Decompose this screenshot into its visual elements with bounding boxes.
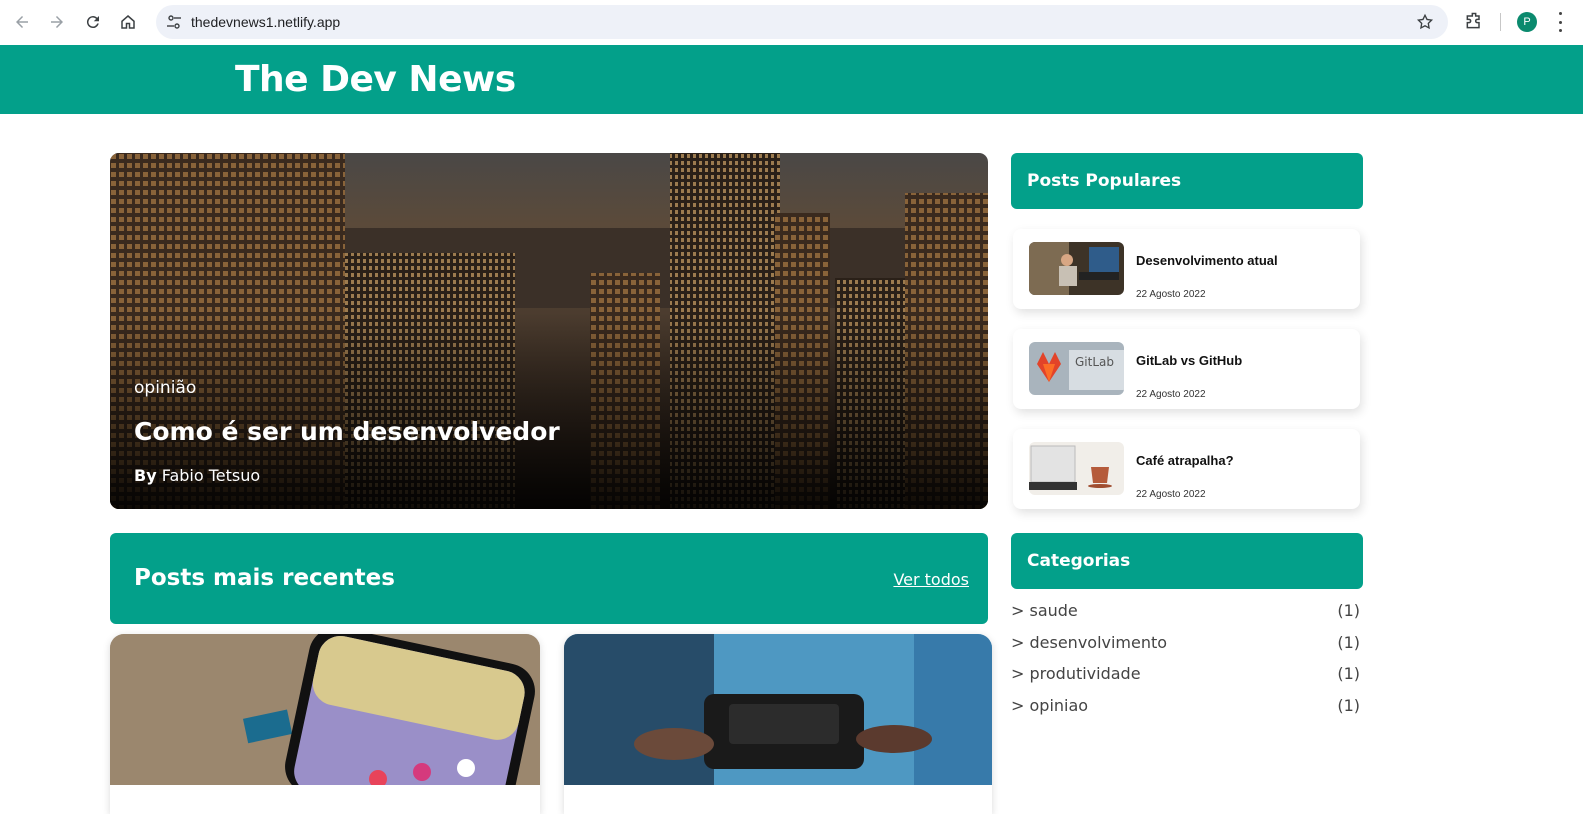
browser-toolbar: thedevnews1.netlify.app P — [0, 0, 1583, 45]
category-count: (1) — [1337, 601, 1360, 620]
popular-post-date: 22 Agosto 2022 — [1136, 489, 1206, 500]
recent-posts-heading: Posts mais recentes — [134, 565, 395, 591]
popular-post-thumbnail — [1029, 442, 1124, 495]
popular-posts-heading: Posts Populares — [1027, 171, 1182, 191]
home-icon[interactable] — [116, 10, 140, 34]
menu-icon[interactable] — [1557, 12, 1563, 32]
recent-post-card[interactable] — [110, 634, 540, 814]
popular-post-title[interactable]: Café atrapalha? — [1136, 453, 1234, 468]
popular-post-title[interactable]: Desenvolvimento atual — [1136, 253, 1278, 268]
categories-heading: Categorias — [1027, 551, 1131, 571]
category-item-opiniao[interactable]: > opiniao (1) — [1011, 696, 1360, 718]
featured-post-image — [110, 153, 988, 509]
category-count: (1) — [1337, 664, 1360, 683]
site-header: The Dev News — [0, 45, 1583, 114]
category-item-saude[interactable]: > saude (1) — [1011, 601, 1360, 623]
featured-post-category[interactable]: opinião — [134, 378, 196, 398]
category-item-produtividade[interactable]: > produtividade (1) — [1011, 664, 1360, 686]
see-all-link[interactable]: Ver todos — [893, 570, 969, 589]
category-name[interactable]: > saude — [1011, 601, 1078, 620]
popular-post-item[interactable]: GitLab GitLab vs GitHub 22 Agosto 2022 — [1013, 329, 1360, 409]
site-title[interactable]: The Dev News — [235, 59, 516, 100]
categories-header: Categorias — [1011, 533, 1363, 589]
featured-post[interactable]: opinião Como é ser um desenvolvedor By F… — [110, 153, 988, 509]
popular-post-title[interactable]: GitLab vs GitHub — [1136, 353, 1242, 368]
by-label: By — [134, 466, 157, 485]
featured-post-byline: By Fabio Tetsuo — [134, 466, 260, 485]
toolbar-divider — [1500, 13, 1501, 31]
category-item-desenvolvimento[interactable]: > desenvolvimento (1) — [1011, 633, 1360, 655]
reload-icon[interactable] — [81, 10, 105, 34]
post-image — [110, 634, 540, 785]
popular-post-date: 22 Agosto 2022 — [1136, 389, 1206, 400]
bookmark-star-icon[interactable] — [1416, 13, 1434, 31]
recent-post-card[interactable] — [564, 634, 992, 814]
site-settings-icon[interactable] — [166, 14, 182, 30]
category-name[interactable]: > opiniao — [1011, 696, 1088, 715]
featured-post-title[interactable]: Como é ser um desenvolvedor — [134, 417, 560, 446]
popular-post-item[interactable]: Desenvolvimento atual 22 Agosto 2022 — [1013, 229, 1360, 309]
popular-post-date: 22 Agosto 2022 — [1136, 289, 1206, 300]
category-name[interactable]: > produtividade — [1011, 664, 1141, 683]
featured-post-author: Fabio Tetsuo — [161, 466, 261, 485]
category-count: (1) — [1337, 696, 1360, 715]
back-icon[interactable] — [10, 10, 34, 34]
popular-posts-header: Posts Populares — [1011, 153, 1363, 209]
svg-text:GitLab: GitLab — [1075, 355, 1114, 369]
profile-avatar[interactable]: P — [1517, 12, 1537, 32]
recent-posts-header: Posts mais recentes Ver todos — [110, 533, 988, 624]
popular-post-thumbnail — [1029, 242, 1124, 295]
extensions-icon[interactable] — [1464, 11, 1484, 31]
popular-post-item[interactable]: Café atrapalha? 22 Agosto 2022 — [1013, 429, 1360, 509]
address-bar[interactable]: thedevnews1.netlify.app — [156, 5, 1448, 39]
category-count: (1) — [1337, 633, 1360, 652]
category-name[interactable]: > desenvolvimento — [1011, 633, 1167, 652]
post-image — [564, 634, 992, 785]
forward-icon[interactable] — [45, 10, 69, 34]
url-text[interactable]: thedevnews1.netlify.app — [191, 14, 340, 30]
popular-post-thumbnail: GitLab — [1029, 342, 1124, 395]
